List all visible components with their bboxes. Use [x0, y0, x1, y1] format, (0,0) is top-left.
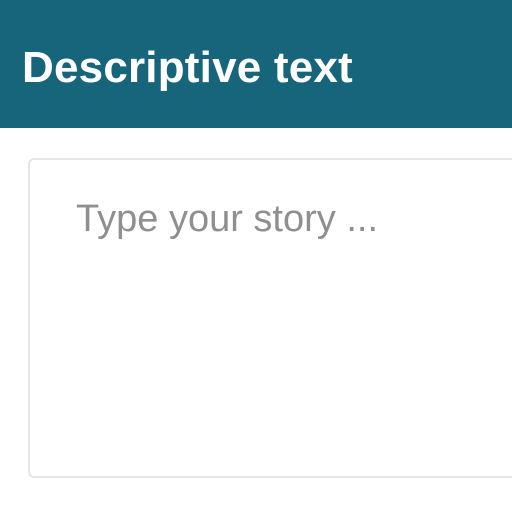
page-title: Descriptive text [22, 43, 353, 92]
app-bar: Descriptive text [0, 0, 512, 128]
story-textarea[interactable] [76, 196, 486, 456]
story-input-card [28, 158, 512, 478]
